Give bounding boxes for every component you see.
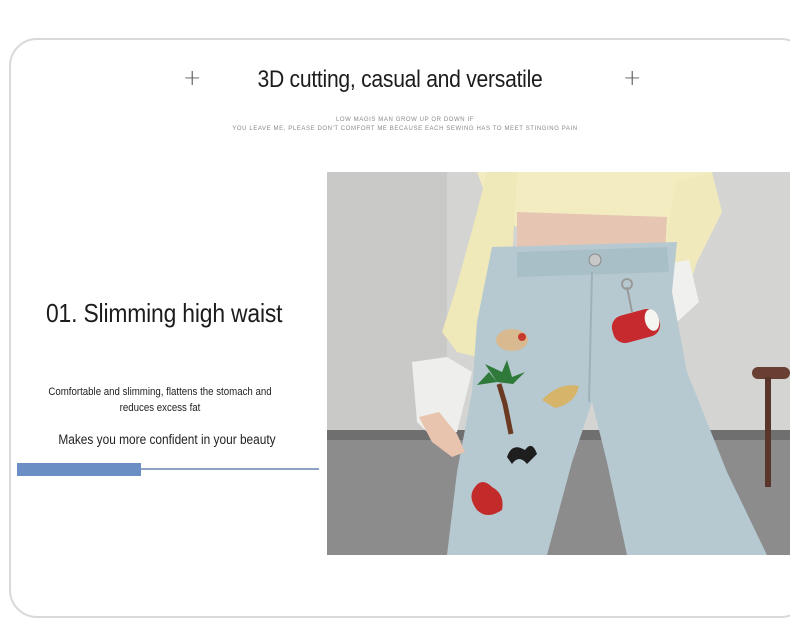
subtitle-line-2: YOU LEAVE ME, PLEASE DON'T COMFORT ME BE… <box>232 126 578 132</box>
feature-description: Comfortable and slimming, flattens the s… <box>48 386 272 414</box>
plus-decoration-left: + <box>183 66 202 91</box>
subtitle-line-1: LOW MAGIS MAN GROW UP OR DOWN IF <box>335 117 475 123</box>
feature-tagline: Makes you more confident in your beauty <box>58 432 276 447</box>
progress-track <box>140 468 319 470</box>
feature-title: 01. Slimming high waist <box>46 298 283 328</box>
jeans-illustration <box>327 172 790 555</box>
product-photo <box>327 172 790 555</box>
plus-decoration-right: + <box>623 66 642 91</box>
section-title: 3D cutting, casual and versatile <box>257 66 543 93</box>
progress-fill <box>17 463 141 476</box>
